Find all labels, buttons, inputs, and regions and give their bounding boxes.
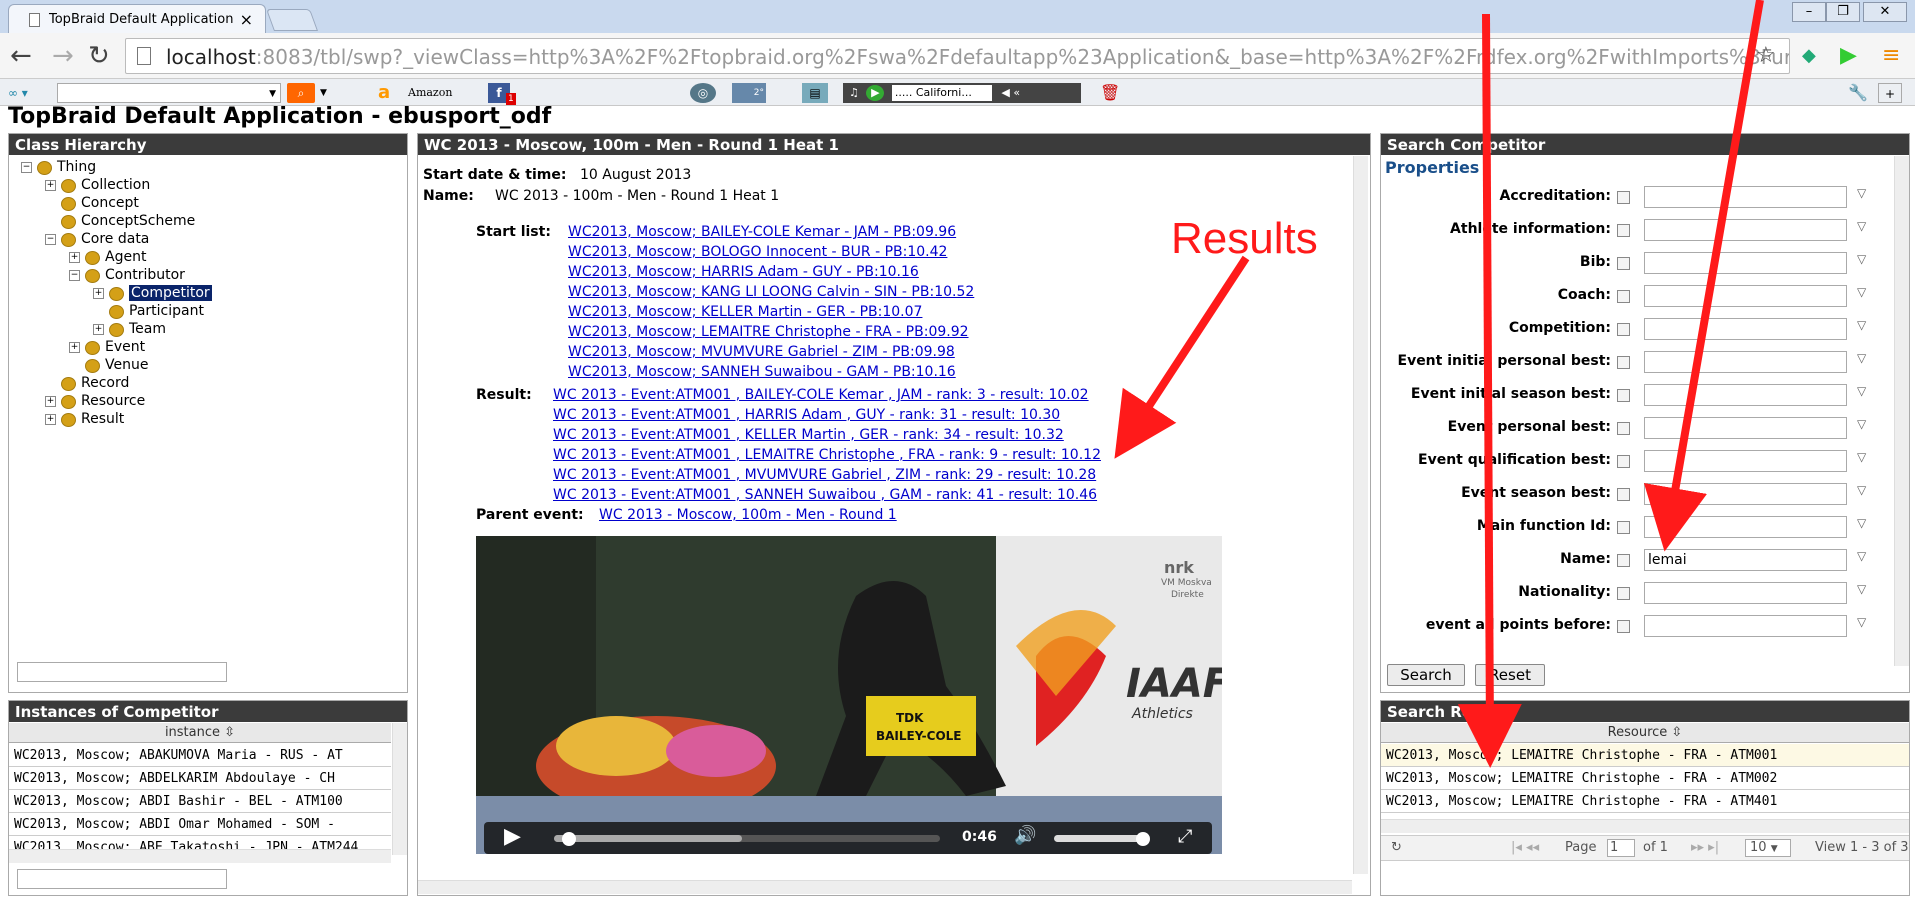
annotation-arrows: [1114, 0, 1764, 768]
arrow-to-search-results: [1457, 13, 1522, 768]
arrow-to-results: [1114, 255, 1250, 459]
arrow-to-name-field: [1643, 0, 1764, 552]
results-annotation: Results: [1171, 214, 1318, 263]
